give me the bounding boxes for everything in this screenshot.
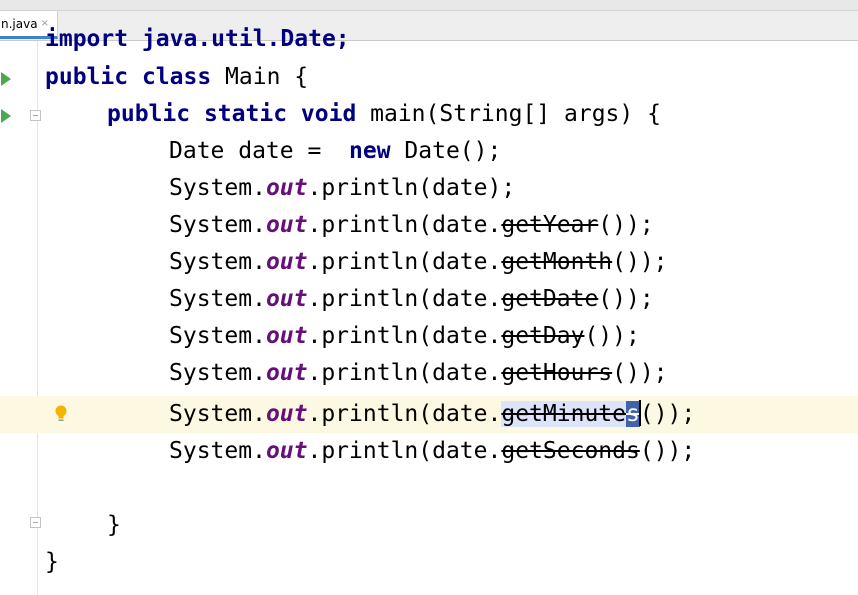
code-text: ()); bbox=[639, 401, 696, 427]
code-text: .println(date); bbox=[307, 175, 516, 201]
code-line: System.out.println(date.getDay()); bbox=[169, 318, 640, 355]
closing-brace: } bbox=[107, 512, 121, 538]
code-text: System. bbox=[169, 438, 266, 464]
code-text: Main { bbox=[211, 64, 309, 90]
keyword: void bbox=[300, 101, 357, 127]
static-field: out bbox=[265, 401, 308, 427]
run-class-icon[interactable] bbox=[1, 72, 11, 86]
keyword: public bbox=[107, 101, 191, 127]
deprecated-method: getHours bbox=[501, 360, 613, 386]
keyword: public bbox=[45, 64, 129, 90]
code-text: System. bbox=[169, 323, 266, 349]
code-line: public static void main(String[] args) { bbox=[107, 96, 661, 133]
code-text: .println(date. bbox=[307, 401, 502, 427]
fold-icon[interactable] bbox=[30, 517, 41, 528]
keyword: class bbox=[141, 64, 212, 90]
code-line: } bbox=[107, 507, 121, 544]
code-text: ()); bbox=[639, 438, 696, 464]
tab-label: n.java bbox=[1, 16, 38, 31]
deprecated-method-highlighted: getMinute bbox=[501, 401, 626, 427]
code-line: System.out.println(date.getSeconds()); bbox=[169, 433, 695, 470]
text-selection: s bbox=[625, 401, 640, 427]
code-text: ()); bbox=[612, 249, 668, 275]
code-text: ()); bbox=[612, 360, 668, 386]
code-text: .println(date. bbox=[307, 360, 502, 386]
code-text: Date date = bbox=[169, 138, 350, 164]
code-text: System. bbox=[169, 212, 266, 238]
static-field: out bbox=[265, 438, 308, 464]
title-bar bbox=[0, 0, 858, 11]
code-line: } bbox=[45, 544, 59, 581]
run-method-icon[interactable] bbox=[1, 109, 11, 123]
static-field: out bbox=[265, 175, 308, 201]
code-text: .println(date. bbox=[307, 323, 502, 349]
code-text: System. bbox=[169, 286, 266, 312]
code-line: System.out.println(date); bbox=[169, 170, 515, 207]
code-text: main(String[] args) { bbox=[356, 101, 661, 127]
code-text: .println(date. bbox=[307, 286, 502, 312]
deprecated-method: getDay bbox=[501, 323, 585, 349]
code-line-current[interactable]: System.out.println(date.getMinutes()); bbox=[169, 396, 695, 433]
static-field: out bbox=[265, 286, 308, 312]
static-field: out bbox=[265, 323, 308, 349]
code-text: System. bbox=[169, 249, 266, 275]
code-line: System.out.println(date.getYear()); bbox=[169, 207, 654, 244]
keyword: new bbox=[349, 138, 391, 164]
deprecated-method: getSeconds bbox=[501, 438, 640, 464]
code-line: System.out.println(date.getMonth()); bbox=[169, 244, 668, 281]
code-line: public class Main { bbox=[45, 59, 308, 96]
code-text: Date(); bbox=[390, 138, 502, 164]
static-field: out bbox=[265, 249, 308, 275]
import-statement: import java.util.Date; bbox=[45, 26, 350, 52]
code-line: Date date = new Date(); bbox=[169, 133, 501, 170]
static-field: out bbox=[265, 360, 308, 386]
intention-bulb-icon[interactable] bbox=[54, 404, 68, 424]
deprecated-method: getYear bbox=[501, 212, 599, 238]
code-text: System. bbox=[169, 175, 266, 201]
code-text: ()); bbox=[598, 212, 654, 238]
closing-brace: } bbox=[45, 549, 59, 575]
code-text: .println(date. bbox=[307, 249, 502, 275]
deprecated-method: getDate bbox=[501, 286, 599, 312]
code-line: System.out.println(date.getDate()); bbox=[169, 281, 654, 318]
code-editor[interactable]: import java.util.Date; public class Main… bbox=[0, 26, 858, 595]
code-text: System. bbox=[169, 360, 266, 386]
code-text: ()); bbox=[598, 286, 654, 312]
code-line: System.out.println(date.getHours()); bbox=[169, 355, 668, 392]
code-text: System. bbox=[169, 401, 266, 427]
code-text: .println(date. bbox=[307, 212, 502, 238]
code-line: import java.util.Date; bbox=[45, 21, 350, 58]
deprecated-method: getMonth bbox=[501, 249, 613, 275]
keyword: static bbox=[203, 101, 288, 127]
code-text: .println(date. bbox=[307, 438, 502, 464]
code-text: ()); bbox=[584, 323, 640, 349]
fold-icon[interactable] bbox=[30, 110, 41, 121]
static-field: out bbox=[265, 212, 308, 238]
